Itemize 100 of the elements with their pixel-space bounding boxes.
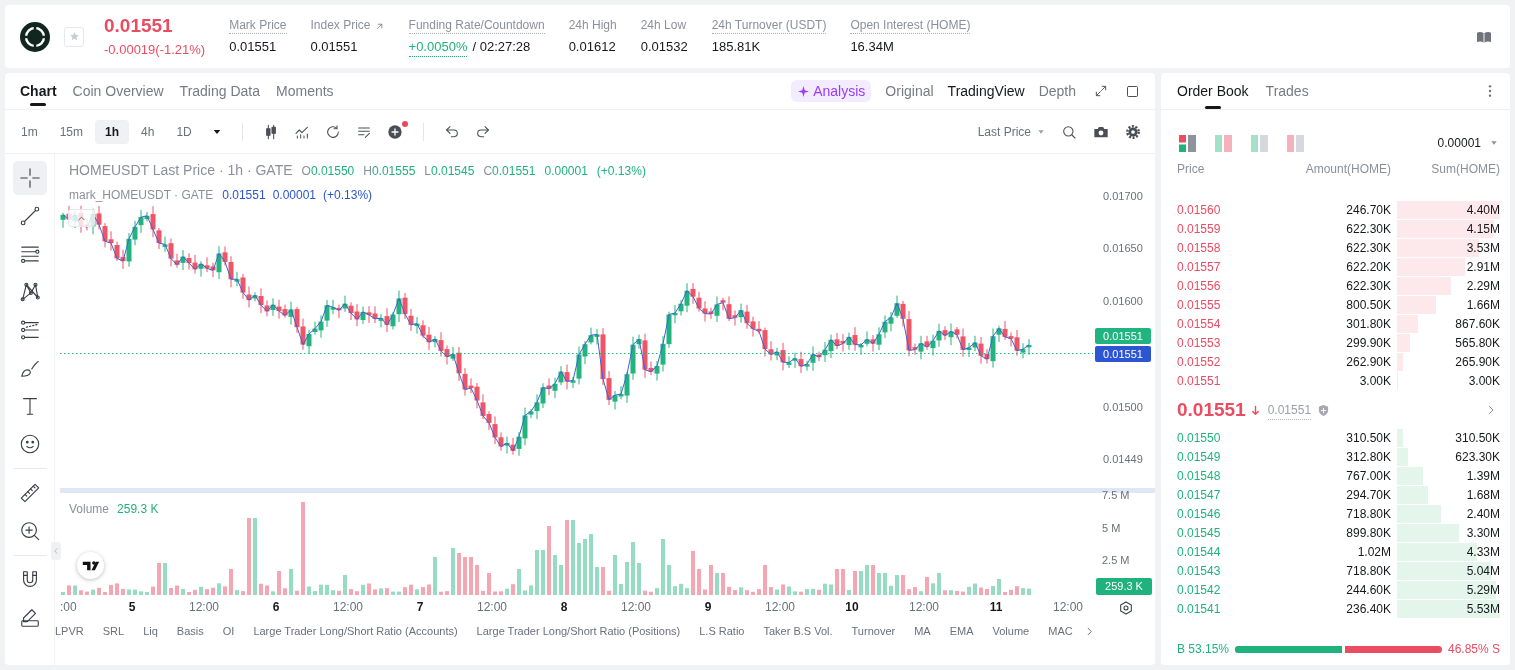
indicator-tab[interactable]: Volume: [992, 623, 1030, 640]
ask-price: 0.01555: [1177, 296, 1222, 314]
redo-icon[interactable]: [474, 123, 491, 140]
chart-settings-icon[interactable]: [1118, 600, 1134, 616]
indicator-tab[interactable]: Liq: [143, 623, 158, 640]
bid-price: 0.01542: [1177, 581, 1222, 599]
ask-sum: 1.66M: [1466, 296, 1500, 314]
ask-amount: 622.30K: [1345, 239, 1391, 257]
ask-sum: 2.91M: [1466, 258, 1500, 276]
interval-button[interactable]: 1D: [166, 119, 202, 144]
price-axis-label: 0.01650: [1103, 241, 1143, 256]
plus-circle-icon[interactable]: [386, 123, 403, 140]
settings-icon[interactable]: [1125, 123, 1141, 140]
mark-price: 0.01551: [1267, 400, 1312, 420]
time-axis-label: 12:00: [189, 599, 219, 615]
chart-title: HOMEUSDT Last Price · 1h · GATE: [69, 161, 293, 180]
column-header: Amount(HOME): [1304, 161, 1391, 178]
order-book-tab[interactable]: Order Book: [1177, 73, 1249, 109]
time-axis-label: 9: [704, 599, 712, 615]
view-tab[interactable]: TradingView: [947, 80, 1025, 102]
expand-icon[interactable]: [1094, 84, 1108, 98]
price-change-value: 0.00001: [544, 163, 588, 180]
interval-button[interactable]: 15m: [49, 119, 93, 144]
time-axis-label: 6: [272, 599, 280, 615]
indicator-tab[interactable]: MAC: [1048, 623, 1073, 640]
volume-axis-label: 5 M: [1102, 521, 1121, 536]
bid-sum: 1.39M: [1466, 467, 1500, 485]
order-book-tab[interactable]: Trades: [1265, 73, 1309, 109]
bid-amount: 767.00K: [1345, 467, 1391, 485]
stat-label: Index Price: [310, 18, 371, 34]
ask-sum: 3.00K: [1468, 372, 1500, 390]
ohlc-label: L: [424, 163, 431, 180]
chart-tab[interactable]: Coin Overview: [72, 73, 164, 109]
indicator-tab[interactable]: Basis: [176, 623, 204, 640]
bid-sum: 5.53M: [1466, 600, 1500, 618]
indicator-tab[interactable]: Large Trader Long/Short Ratio (Positions): [476, 623, 681, 640]
ohlc-value: 0.01551: [492, 163, 536, 180]
mark-price-title: mark_HOMEUSDT · GATE: [69, 187, 214, 204]
interval-button[interactable]: 1h: [95, 119, 130, 144]
ask-price: 0.01560: [1177, 201, 1222, 219]
indicator-tab[interactable]: LPVR: [55, 623, 84, 640]
indicator-tab[interactable]: Taker B.S Vol.: [763, 623, 833, 640]
chart-tab[interactable]: Chart: [20, 73, 57, 109]
both-sides-layout-icon[interactable]: [1179, 134, 1196, 152]
ohlc-value: 0.01545: [431, 163, 475, 180]
bid-sum: 4.33M: [1466, 543, 1500, 561]
search-icon[interactable]: [1061, 123, 1077, 140]
time-axis-label: 12:00: [765, 599, 795, 615]
caret-down-icon: [1037, 127, 1045, 136]
bid-price: 0.01547: [1177, 486, 1222, 504]
bid-amount: 310.50K: [1345, 429, 1391, 447]
ask-amount: 3.00K: [1358, 372, 1391, 390]
time-axis-label: 12:00: [333, 599, 363, 615]
crosshair-icon: [18, 167, 41, 189]
sell-ratio-label: 46.85% S: [1447, 641, 1500, 658]
replay-icon[interactable]: [324, 123, 341, 140]
indicator-tab[interactable]: Turnover: [851, 623, 896, 640]
bid-sum: 1.68M: [1466, 486, 1500, 504]
ask-sum: 4.40M: [1466, 201, 1500, 219]
bid-sum: 310.50K: [1455, 429, 1500, 447]
view-tab[interactable]: Depth: [1038, 80, 1076, 102]
ask-price: 0.01553: [1177, 334, 1222, 352]
bid-amount: 294.70K: [1345, 486, 1391, 504]
price-axis-label: 0.01600: [1103, 294, 1143, 309]
interval-button[interactable]: 4h: [131, 119, 165, 144]
price-source-dropdown[interactable]: Last Price: [977, 122, 1045, 141]
ask-amount: 622.30K: [1345, 220, 1391, 238]
time-axis-label: 12:00: [1053, 599, 1083, 615]
stat-label: Open Interest (HOME): [850, 18, 971, 34]
ask-sum: 4.15M: [1466, 220, 1500, 238]
time-axis-label: 10: [845, 599, 859, 615]
bid-amount: 899.80K: [1345, 524, 1391, 542]
funding-countdown: / 02:27:28: [472, 38, 531, 57]
ask-sum: 2.29M: [1466, 277, 1500, 295]
pattern-icon: [18, 281, 41, 303]
indicator-tab[interactable]: OI: [222, 623, 235, 640]
bid-price: 0.01543: [1177, 562, 1222, 580]
ask-price: 0.01557: [1177, 258, 1222, 276]
indicator-tab[interactable]: MA: [914, 623, 931, 640]
chart-tab[interactable]: Moments: [276, 73, 334, 109]
indicator-tab[interactable]: EMA: [949, 623, 974, 640]
analysis-button[interactable]: Analysis: [791, 80, 872, 102]
view-tab[interactable]: Original: [885, 80, 934, 102]
indicator-tab[interactable]: L.S Ratio: [699, 623, 745, 640]
window-icon[interactable]: [1125, 83, 1140, 99]
last-price: 0.01551: [104, 14, 174, 38]
interval-button[interactable]: 1m: [11, 119, 48, 144]
undo-icon[interactable]: [443, 123, 460, 140]
ask-amount: 299.90K: [1345, 334, 1391, 352]
stat-label: Mark Price: [229, 18, 287, 34]
indicator-tab[interactable]: Large Trader Long/Short Ratio (Accounts): [253, 623, 458, 640]
indicator-tab[interactable]: SRL: [102, 623, 125, 640]
time-axis-label: 8: [560, 599, 568, 615]
precision-dropdown[interactable]: 0.00001: [1437, 134, 1498, 152]
price-axis-label: 0.01700: [1103, 189, 1143, 204]
volume-axis-label: 7.5 M: [1102, 488, 1130, 503]
chart-tab[interactable]: Trading Data: [179, 73, 260, 109]
ohlc-label: H: [363, 163, 372, 180]
time-axis-label: :00: [60, 599, 77, 615]
time-axis-label: 12:00: [621, 599, 651, 615]
